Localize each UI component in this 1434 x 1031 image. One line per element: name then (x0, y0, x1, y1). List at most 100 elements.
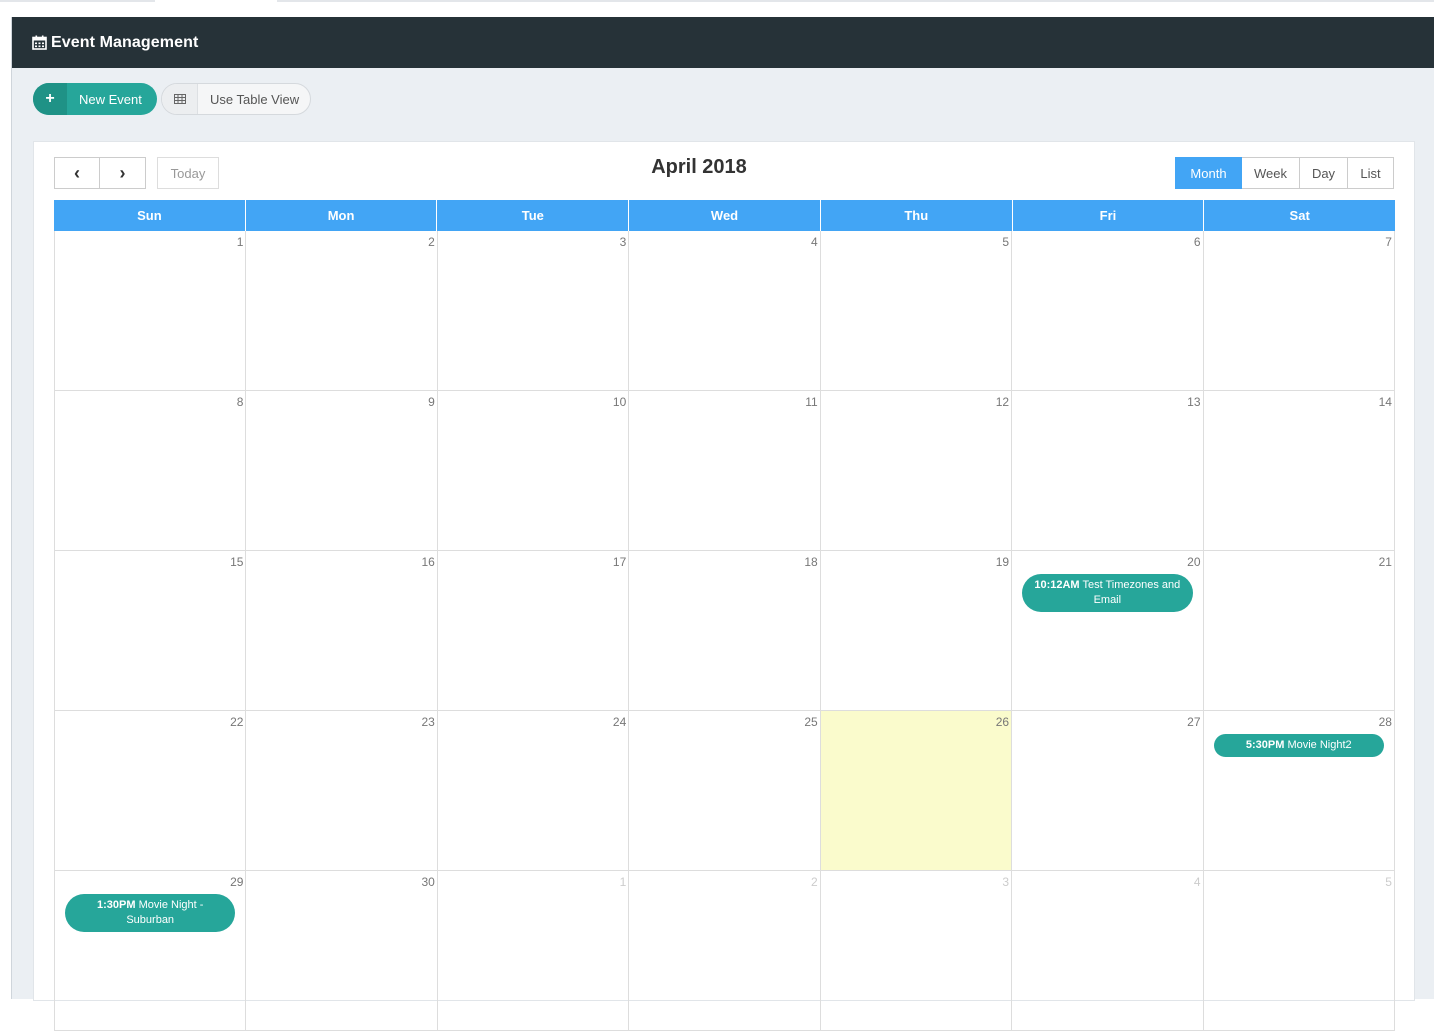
day-number: 28 (1378, 715, 1392, 729)
day-cell[interactable]: 3 (821, 871, 1013, 1030)
day-cell[interactable]: 21 (1204, 551, 1395, 710)
view-day-button[interactable]: Day (1300, 157, 1348, 189)
day-number: 27 (1187, 715, 1201, 729)
weekday-wed: Wed (629, 200, 821, 231)
day-number: 14 (1378, 395, 1392, 409)
day-number: 4 (811, 235, 818, 249)
day-cell[interactable]: 30 (246, 871, 438, 1030)
day-number: 21 (1378, 555, 1392, 569)
day-cell[interactable]: 27 (1012, 711, 1204, 870)
day-number: 1 (619, 875, 627, 889)
day-cell[interactable]: 4 (629, 231, 821, 390)
event-title: Test Timezones and Email (1082, 579, 1181, 606)
calendar-event[interactable]: 10:12AM Test Timezones and Email (1022, 574, 1193, 612)
table-view-label: Use Table View (210, 91, 300, 107)
event-title: Movie Night - Suburban (126, 899, 204, 926)
day-cell[interactable]: 6 (1012, 231, 1204, 390)
day-cell-today[interactable]: 26 (820, 711, 1013, 870)
new-event-button[interactable]: + New Event (33, 83, 157, 115)
week-row: 1 2 3 4 5 6 7 (55, 231, 1395, 391)
day-number: 8 (236, 395, 244, 409)
day-cell[interactable]: 15 (55, 551, 247, 710)
table-view-button[interactable]: Use Table View (161, 83, 311, 115)
day-cell[interactable]: 17 (438, 551, 630, 710)
day-cell[interactable]: 16 (246, 551, 438, 710)
day-number: 13 (1187, 395, 1201, 409)
day-number: 11 (805, 395, 818, 409)
weekday-header: Sun Mon Tue Wed Thu Fri Sat (54, 200, 1395, 231)
event-time: 1:30PM (97, 899, 136, 911)
week-row: 22 23 24 25 26 27 28 5:30PM Movie Night2 (55, 711, 1395, 871)
day-number: 18 (804, 555, 818, 569)
day-number: 12 (995, 395, 1010, 409)
view-list-button[interactable]: List (1348, 157, 1394, 189)
view-month-button[interactable]: Month (1175, 157, 1242, 189)
day-number: 22 (230, 715, 244, 729)
day-number: 25 (804, 715, 818, 729)
day-cell[interactable]: 1 (55, 231, 247, 390)
plus-icon: + (33, 83, 67, 115)
page-title: Event Management (51, 33, 199, 51)
day-cell[interactable]: 7 (1204, 231, 1395, 390)
calendar-icon (32, 35, 47, 50)
day-cell[interactable]: 3 (438, 231, 630, 390)
event-time: 5:30PM (1245, 739, 1285, 751)
day-number: 2 (428, 235, 435, 249)
day-number: 30 (421, 875, 435, 889)
day-cell[interactable]: 8 (55, 391, 247, 550)
week-row: 8 9 10 11 12 13 14 (55, 391, 1395, 551)
day-number: 9 (428, 395, 435, 409)
day-number: 20 (1187, 555, 1201, 569)
day-cell[interactable]: 24 (438, 711, 630, 870)
day-cell[interactable]: 9 (246, 391, 438, 550)
day-cell[interactable]: 20 10:12AM Test Timezones and Email (1012, 551, 1204, 710)
day-cell[interactable]: 12 (821, 391, 1013, 550)
event-title: Movie Night2 (1287, 739, 1352, 751)
day-number: 5 (1385, 875, 1392, 889)
tab-divider (277, 0, 1434, 2)
day-cell[interactable]: 10 (438, 391, 630, 550)
weekday-fri: Fri (1013, 200, 1205, 231)
calendar-event[interactable]: 1:30PM Movie Night - Suburban (65, 894, 236, 932)
day-cell[interactable]: 13 (1012, 391, 1204, 550)
day-cell[interactable]: 5 (821, 231, 1013, 390)
day-cell[interactable]: 2 (629, 871, 821, 1030)
browser-top-strip (0, 0, 1434, 17)
day-cell[interactable]: 29 1:30PM Movie Night - Suburban (55, 871, 247, 1030)
weekday-sat: Sat (1289, 208, 1310, 223)
day-cell[interactable]: 14 (1204, 391, 1395, 550)
day-cell[interactable]: 25 (629, 711, 821, 870)
weekday-mon: Mon (246, 200, 438, 231)
day-cell[interactable]: 5 (1204, 871, 1395, 1030)
calendar-event[interactable]: 5:30PM Movie Night2 (1213, 734, 1384, 757)
view-switcher: Month Week Day List (1175, 157, 1394, 189)
day-cell[interactable]: 2 (246, 231, 438, 390)
toolbar: + New Event Use Table View (33, 83, 311, 115)
day-number: 3 (619, 235, 627, 249)
day-number: 16 (421, 555, 435, 569)
day-cell[interactable]: 23 (246, 711, 438, 870)
day-number: 23 (421, 715, 435, 729)
day-number: 24 (612, 715, 627, 729)
new-event-label: New Event (79, 91, 142, 107)
calendar-panel: ‹ › Today April 2018 Month Week Day List… (33, 141, 1415, 1031)
day-number: 4 (1193, 875, 1201, 889)
day-cell[interactable]: 18 (629, 551, 821, 710)
month-grid: Sun Mon Tue Wed Thu Fri Sat 1 2 3 4 5 6 7 8 9 10 11 12 13 1… (54, 200, 1395, 1031)
day-cell[interactable]: 22 (55, 711, 247, 870)
day-number: 17 (612, 555, 627, 569)
day-cell[interactable]: 1 (438, 871, 630, 1030)
day-cell[interactable]: 4 (1012, 871, 1204, 1030)
day-cell[interactable]: 28 5:30PM Movie Night2 (1204, 711, 1395, 870)
day-number: 2 (811, 875, 818, 889)
day-number: 7 (1385, 235, 1392, 249)
day-cell[interactable]: 11 (629, 391, 821, 550)
day-cell[interactable]: 19 (821, 551, 1013, 710)
tab-indicator (0, 0, 155, 2)
app-container: Event Management + New Event Use Table V… (11, 17, 1434, 1031)
day-number: 10 (612, 395, 627, 409)
week-row: 29 1:30PM Movie Night - Suburban 30 1 2 3 4 5 (55, 871, 1395, 1031)
weekday-thu: Thu (821, 200, 1013, 231)
weeks-container: 1 2 3 4 5 6 7 8 9 10 11 12 13 14 15 16 17 18 19 20 10:12AM T… (54, 231, 1395, 1031)
view-week-button[interactable]: Week (1242, 157, 1300, 189)
